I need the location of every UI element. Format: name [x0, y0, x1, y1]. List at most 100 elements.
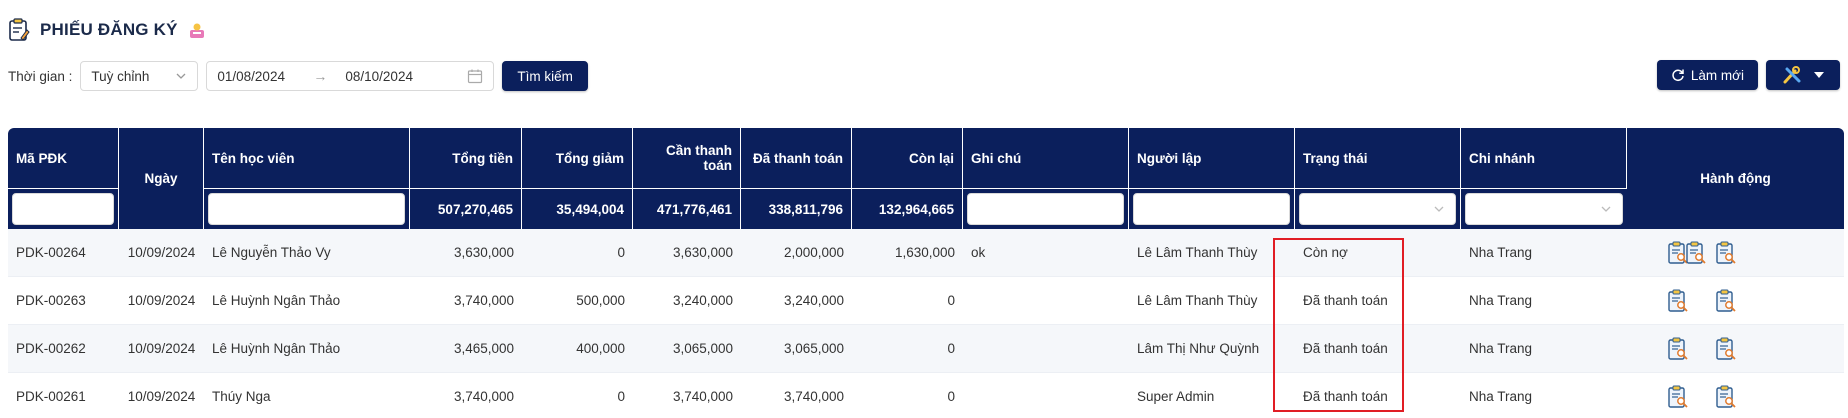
- date-range-picker[interactable]: 01/08/2024 → 08/10/2024: [206, 61, 495, 91]
- arrow-right-icon: →: [313, 68, 328, 84]
- table-row[interactable]: PDK-00264 10/09/2024 Lê Nguyễn Thảo Vy 3,63…: [8, 229, 1844, 277]
- cell-branch: Nha Trang: [1461, 325, 1627, 373]
- cell-creator: Lê Lâm Thanh Thùy: [1129, 277, 1295, 325]
- col-header-date[interactable]: Ngày: [119, 128, 204, 229]
- col-header-creator[interactable]: Người lập: [1129, 128, 1295, 188]
- filter-status-select[interactable]: [1299, 193, 1456, 225]
- search-button[interactable]: Tìm kiếm: [502, 61, 588, 91]
- refresh-icon: [1672, 69, 1684, 82]
- col-header-discount[interactable]: Tổng giảm: [522, 128, 633, 188]
- view-detail-icon[interactable]: [1667, 385, 1689, 409]
- cell-branch: Nha Trang: [1461, 277, 1627, 325]
- cell-code: PDK-00264: [8, 229, 119, 277]
- filter-note-input[interactable]: [967, 193, 1124, 225]
- cell-actions: [1627, 229, 1844, 277]
- tools-icon: [1783, 66, 1801, 84]
- cell-date: 10/09/2024: [119, 325, 204, 373]
- refresh-button[interactable]: Làm mới: [1656, 60, 1758, 90]
- sum-due: 471,776,461: [633, 188, 741, 229]
- filter-status-cell: [1295, 188, 1461, 229]
- filter-code-cell: [8, 188, 119, 229]
- chevron-down-icon: [1601, 206, 1611, 212]
- table-row[interactable]: PDK-00263 10/09/2024 Lê Huỳnh Ngân Thảo 3,7…: [8, 277, 1844, 325]
- col-header-student[interactable]: Tên học viên: [204, 128, 410, 188]
- filter-creator-cell: [1129, 188, 1295, 229]
- col-header-due-line2: toán: [703, 158, 733, 173]
- filter-branch-cell: [1461, 188, 1627, 229]
- cell-total: 3,465,000: [410, 325, 522, 373]
- cell-total: 3,740,000: [410, 277, 522, 325]
- cell-total: 3,740,000: [410, 373, 522, 418]
- page-header: PHIẾU ĐĂNG KÝ: [8, 16, 206, 44]
- filter-code-input[interactable]: [12, 193, 114, 225]
- period-select-value: Tuỳ chỉnh: [91, 68, 150, 84]
- calendar-icon: [468, 69, 483, 84]
- table-row[interactable]: PDK-00261 10/09/2024 Thúy Nga 3,740,000 0 3,7…: [8, 373, 1844, 418]
- view-receipt-icon[interactable]: [1715, 337, 1737, 361]
- cell-paid: 3,240,000: [741, 277, 852, 325]
- cell-code: PDK-00262: [8, 325, 119, 373]
- sum-discount: 35,494,004: [522, 188, 633, 229]
- cell-discount: 500,000: [522, 277, 633, 325]
- cell-creator: Super Admin: [1129, 373, 1295, 418]
- date-to-input[interactable]: 08/10/2024: [337, 69, 455, 84]
- cell-due: 3,740,000: [633, 373, 741, 418]
- cell-student: Thúy Nga: [204, 373, 410, 418]
- view-receipt-icon[interactable]: [1715, 385, 1737, 409]
- col-header-status[interactable]: Trạng thái: [1295, 128, 1461, 188]
- cell-status: Đã thanh toán: [1295, 373, 1461, 418]
- col-header-paid[interactable]: Đã thanh toán: [741, 128, 852, 188]
- cell-status: Còn nợ: [1295, 229, 1461, 277]
- row-actions: [1635, 325, 1836, 372]
- filter-branch-select[interactable]: [1465, 193, 1623, 225]
- cell-remaining: 0: [852, 277, 963, 325]
- period-select[interactable]: Tuỳ chỉnh: [80, 61, 199, 91]
- filter-note-cell: [963, 188, 1129, 229]
- cell-total: 3,630,000: [410, 229, 522, 277]
- row-actions: [1635, 373, 1836, 418]
- date-from-input[interactable]: 01/08/2024: [217, 69, 313, 84]
- filter-student-input[interactable]: [208, 193, 405, 225]
- cell-branch: Nha Trang: [1461, 229, 1627, 277]
- col-header-total[interactable]: Tổng tiền: [410, 128, 522, 188]
- col-header-note[interactable]: Ghi chú: [963, 128, 1129, 188]
- sum-paid: 338,811,796: [741, 188, 852, 229]
- cell-actions: [1627, 277, 1844, 325]
- sum-remaining: 132,964,665: [852, 188, 963, 229]
- cell-creator: Lê Lâm Thanh Thùy: [1129, 229, 1295, 277]
- view-receipt-icon[interactable]: [1715, 289, 1737, 313]
- registration-table: Mã PĐK Ngày Tên học viên Tổng tiền Tổng …: [8, 128, 1844, 418]
- cell-paid: 3,065,000: [741, 325, 852, 373]
- cell-actions: [1627, 373, 1844, 418]
- cell-note: [963, 325, 1129, 373]
- view-history-icon[interactable]: [1685, 241, 1707, 265]
- cell-remaining: 1,630,000: [852, 229, 963, 277]
- table-row[interactable]: PDK-00262 10/09/2024 Lê Huỳnh Ngân Thảo 3,4…: [8, 325, 1844, 373]
- toolbar: Làm mới: [1656, 60, 1840, 90]
- cell-remaining: 0: [852, 325, 963, 373]
- cell-due: 3,240,000: [633, 277, 741, 325]
- cell-code: PDK-00263: [8, 277, 119, 325]
- row-actions: [1635, 229, 1836, 276]
- tools-dropdown-button[interactable]: [1766, 60, 1840, 90]
- filter-creator-input[interactable]: [1133, 193, 1290, 225]
- cell-discount: 0: [522, 373, 633, 418]
- col-header-due[interactable]: Cần thanh toán: [633, 128, 741, 188]
- view-detail-icon[interactable]: [1667, 337, 1689, 361]
- chevron-down-icon: [1434, 206, 1444, 212]
- view-receipt-icon[interactable]: [1715, 241, 1737, 265]
- view-detail-icon[interactable]: [1667, 289, 1689, 313]
- clipboard-edit-icon: [8, 18, 30, 42]
- col-header-remaining[interactable]: Còn lại: [852, 128, 963, 188]
- sum-total: 507,270,465: [410, 188, 522, 229]
- cell-date: 10/09/2024: [119, 229, 204, 277]
- row-actions: [1635, 277, 1836, 324]
- col-header-branch[interactable]: Chi nhánh: [1461, 128, 1627, 188]
- cell-student: Lê Huỳnh Ngân Thảo: [204, 277, 410, 325]
- cell-date: 10/09/2024: [119, 277, 204, 325]
- cell-branch: Nha Trang: [1461, 373, 1627, 418]
- page-title: PHIẾU ĐĂNG KÝ: [40, 20, 178, 39]
- table-body: PDK-00264 10/09/2024 Lê Nguyễn Thảo Vy 3,63…: [8, 229, 1844, 418]
- col-header-code[interactable]: Mã PĐK: [8, 128, 119, 188]
- cell-status: Đã thanh toán: [1295, 325, 1461, 373]
